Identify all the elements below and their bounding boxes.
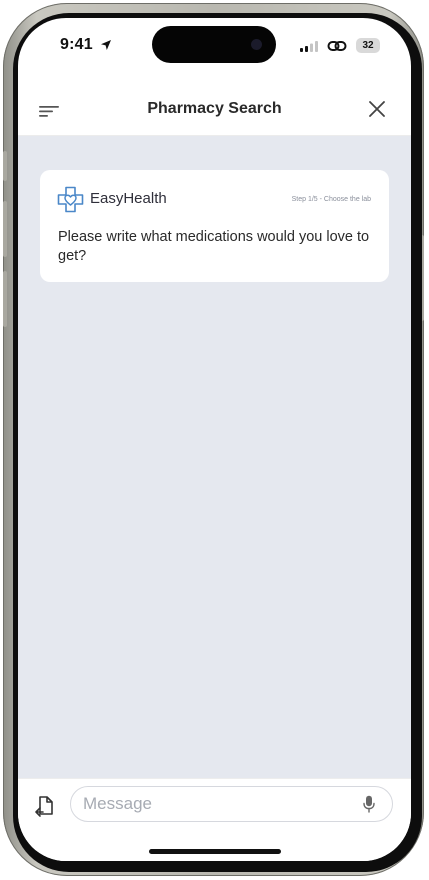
navigation-bar: Pharmacy Search — [18, 88, 411, 136]
step-indicator: Step 1/5 - Choose the lab — [291, 196, 371, 203]
status-time: 9:41 — [60, 36, 93, 53]
message-composer — [18, 778, 411, 861]
chat-area[interactable]: EasyHealth Step 1/5 - Choose the lab Ple… — [18, 136, 411, 778]
battery-icon: 32 — [356, 38, 380, 53]
cellular-signal-icon — [300, 41, 318, 52]
brand-name: EasyHealth — [90, 190, 167, 207]
status-bar: 9:41 32 — [18, 18, 411, 72]
microphone-icon[interactable] — [363, 795, 375, 813]
bot-message-card: EasyHealth Step 1/5 - Choose the lab Ple… — [40, 170, 389, 282]
volume-down-button — [3, 271, 7, 327]
link-icon — [327, 41, 347, 51]
location-arrow-icon — [101, 40, 111, 50]
close-icon[interactable] — [368, 100, 386, 118]
phone-screen: 9:41 32 Pharmacy Search EasyHealth Step … — [18, 18, 411, 861]
message-input[interactable] — [70, 786, 393, 822]
easyhealth-logo-icon — [57, 186, 84, 213]
attachment-icon[interactable] — [34, 794, 56, 818]
page-title: Pharmacy Search — [147, 100, 282, 117]
message-text: Please write what medications would you … — [58, 229, 370, 264]
camera-icon — [251, 39, 262, 50]
silent-switch — [3, 151, 7, 181]
dynamic-island — [152, 26, 276, 63]
volume-up-button — [3, 201, 7, 257]
home-indicator[interactable] — [149, 849, 281, 854]
